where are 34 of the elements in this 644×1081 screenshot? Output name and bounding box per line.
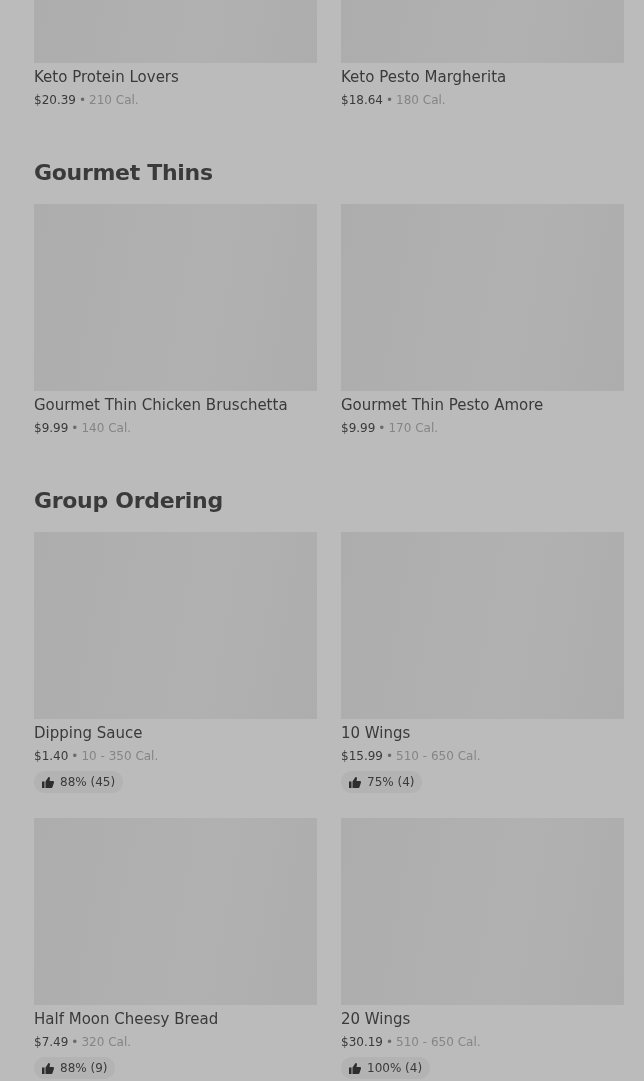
item-price: $18.64: [341, 92, 383, 109]
rating-text: 100% (4): [367, 1061, 423, 1075]
thumbs-up-icon: [42, 776, 54, 788]
separator-dot: •: [386, 92, 394, 109]
thumbs-up-icon: [349, 1062, 361, 1074]
item-price: $30.19: [341, 1034, 383, 1051]
thumbs-up-icon: [349, 776, 361, 788]
item-name[interactable]: Half Moon Cheesy Bread: [34, 1009, 219, 1029]
item-name[interactable]: Gourmet Thin Chicken Bruschetta: [34, 395, 288, 415]
section-heading: Group Ordering: [34, 487, 224, 515]
rating-text: 88% (45): [60, 775, 116, 789]
item-price: $20.39: [34, 92, 76, 109]
item-name[interactable]: Keto Pesto Margherita: [341, 67, 507, 87]
separator-dot: •: [71, 420, 79, 437]
item-name[interactable]: Gourmet Thin Pesto Amore: [341, 395, 544, 415]
item-name[interactable]: Dipping Sauce: [34, 723, 143, 743]
rating-text: 88% (9): [60, 1061, 108, 1075]
item-price: $1.40: [34, 748, 69, 765]
item-name[interactable]: 20 Wings: [341, 1009, 411, 1029]
separator-dot: •: [386, 748, 394, 765]
separator-dot: •: [386, 1034, 394, 1051]
item-name[interactable]: 10 Wings: [341, 723, 411, 743]
item-name[interactable]: Keto Protein Lovers: [34, 67, 179, 87]
separator-dot: •: [71, 1034, 79, 1051]
item-price: $9.99: [34, 420, 69, 437]
item-price: $7.49: [34, 1034, 69, 1051]
item-price: $9.99: [341, 420, 376, 437]
separator-dot: •: [79, 92, 87, 109]
separator-dot: •: [71, 748, 79, 765]
section-heading: Gourmet Thins: [34, 159, 214, 187]
item-price: $15.99: [341, 748, 383, 765]
separator-dot: •: [378, 420, 386, 437]
rating-text: 75% (4): [367, 775, 415, 789]
thumbs-up-icon: [42, 1062, 54, 1074]
